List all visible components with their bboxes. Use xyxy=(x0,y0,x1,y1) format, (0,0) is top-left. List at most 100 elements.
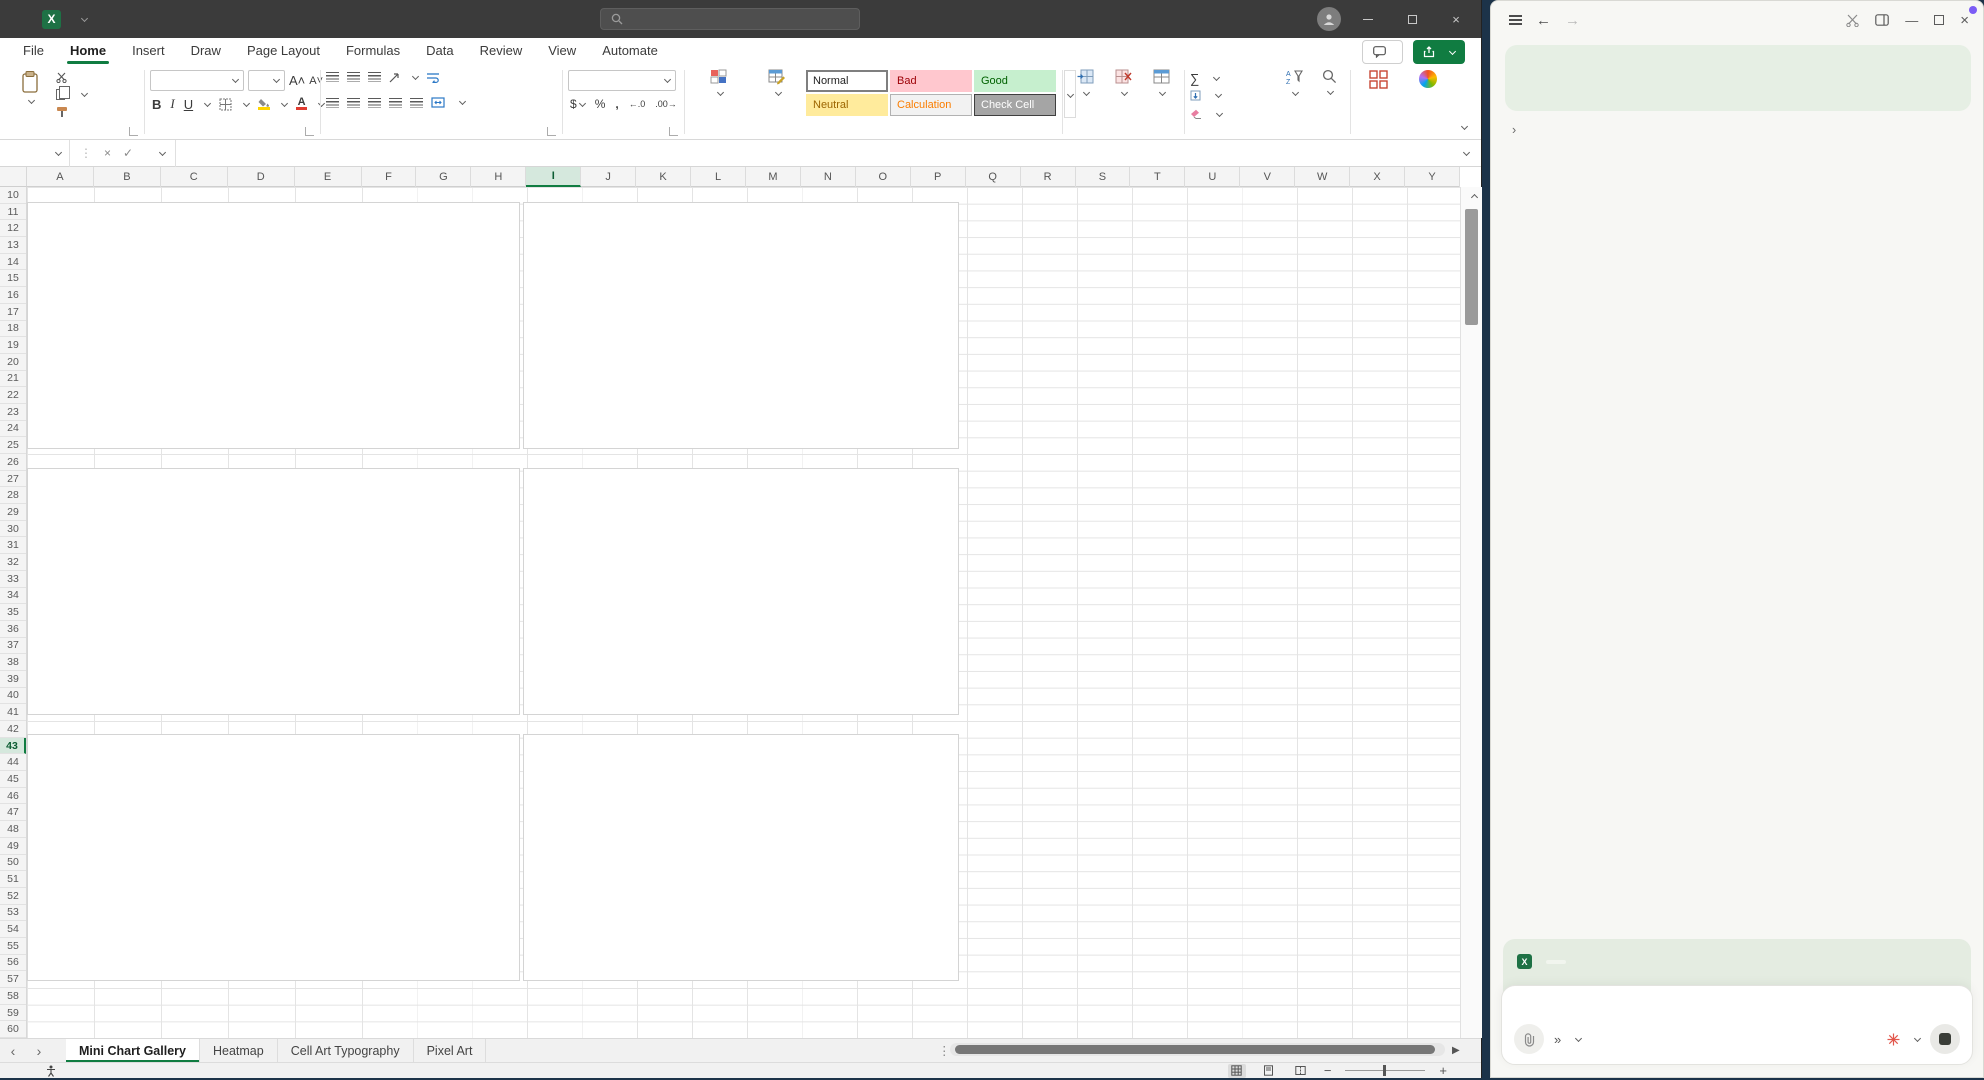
row-header-34[interactable]: 34 xyxy=(0,588,26,605)
row-header-39[interactable]: 39 xyxy=(0,671,26,688)
normal-view-button[interactable] xyxy=(1228,1064,1246,1078)
row-header-13[interactable]: 13 xyxy=(0,237,26,254)
minimize-button[interactable]: — xyxy=(1905,13,1918,28)
ribbon-tab-view[interactable]: View xyxy=(535,38,589,64)
paste-button[interactable] xyxy=(10,70,50,105)
row-header-44[interactable]: 44 xyxy=(0,754,26,771)
cell-style-neutral[interactable]: Neutral xyxy=(806,94,888,116)
row-header-23[interactable]: 23 xyxy=(0,404,26,421)
align-right-icon[interactable] xyxy=(368,98,381,108)
column-header-U[interactable]: U xyxy=(1185,167,1240,187)
row-header-11[interactable]: 11 xyxy=(0,204,26,221)
overflow-icon[interactable]: ⋮ xyxy=(938,1043,951,1058)
forward-icon[interactable]: → xyxy=(1565,12,1580,29)
column-header-T[interactable]: T xyxy=(1130,167,1185,187)
vertical-scrollbar[interactable] xyxy=(1460,187,1482,1038)
sheet-tab-pixel-art[interactable]: Pixel Art xyxy=(414,1039,487,1063)
column-header-X[interactable]: X xyxy=(1350,167,1405,187)
sort-filter-button[interactable]: AZ xyxy=(1278,69,1310,99)
ribbon-tab-insert[interactable]: Insert xyxy=(119,38,178,64)
row-header-30[interactable]: 30 xyxy=(0,521,26,538)
row-header-24[interactable]: 24 xyxy=(0,421,26,438)
horizontal-scrollbar[interactable] xyxy=(950,1043,1445,1056)
column-chart[interactable] xyxy=(27,202,520,449)
underline-button[interactable]: U xyxy=(184,97,193,112)
conditional-formatting-button[interactable] xyxy=(690,69,748,99)
ribbon-tab-draw[interactable]: Draw xyxy=(178,38,234,64)
column-header-C[interactable]: C xyxy=(161,167,228,187)
excel-app-icon[interactable]: X xyxy=(42,10,61,29)
accept-all-edits-button[interactable]: » xyxy=(1554,1032,1581,1047)
borders-icon[interactable] xyxy=(219,98,232,111)
cut-button[interactable] xyxy=(56,72,73,83)
ribbon-tab-formulas[interactable]: Formulas xyxy=(333,38,413,64)
cancel-formula-icon[interactable]: × xyxy=(104,146,111,160)
name-box[interactable] xyxy=(0,140,70,167)
zoom-out-button[interactable]: − xyxy=(1324,1063,1332,1078)
currency-format-button[interactable]: $ xyxy=(570,97,585,111)
row-header-15[interactable]: 15 xyxy=(0,270,26,287)
bold-button[interactable]: B xyxy=(152,97,161,112)
row-header-43[interactable]: 43 xyxy=(0,738,26,755)
percent-format-button[interactable]: % xyxy=(595,97,606,111)
row-header-14[interactable]: 14 xyxy=(0,254,26,271)
zoom-slider[interactable] xyxy=(1345,1070,1425,1071)
copy-button[interactable] xyxy=(56,89,87,100)
dialog-launcher-icon[interactable] xyxy=(129,127,138,136)
row-header-17[interactable]: 17 xyxy=(0,304,26,321)
zoom-slider-knob[interactable] xyxy=(1383,1065,1386,1076)
align-top-icon[interactable] xyxy=(326,72,339,82)
row-header-38[interactable]: 38 xyxy=(0,654,26,671)
row-header-45[interactable]: 45 xyxy=(0,771,26,788)
vertical-scroll-thumb[interactable] xyxy=(1465,209,1478,325)
format-cells-button[interactable] xyxy=(1144,69,1178,97)
insert-cells-button[interactable] xyxy=(1068,69,1102,97)
column-header-P[interactable]: P xyxy=(911,167,966,187)
row-header-16[interactable]: 16 xyxy=(0,287,26,304)
row-header-57[interactable]: 57 xyxy=(0,971,26,988)
cell-style-check-cell[interactable]: Check Cell xyxy=(974,94,1056,116)
column-header-E[interactable]: E xyxy=(295,167,362,187)
column-header-K[interactable]: K xyxy=(636,167,691,187)
row-header-31[interactable]: 31 xyxy=(0,537,26,554)
align-middle-icon[interactable] xyxy=(347,72,360,82)
delete-cells-button[interactable] xyxy=(1106,69,1140,97)
orientation-icon[interactable] xyxy=(389,71,402,83)
find-select-button[interactable] xyxy=(1312,69,1346,98)
increase-font-button[interactable]: A˄ xyxy=(289,73,305,88)
row-header-22[interactable]: 22 xyxy=(0,387,26,404)
dialog-launcher-icon[interactable] xyxy=(305,127,314,136)
prev-sheet-icon[interactable]: ‹ xyxy=(0,1043,26,1059)
close-button[interactable]: × xyxy=(1439,4,1473,34)
minimize-button[interactable] xyxy=(1351,4,1385,34)
model-selector[interactable] xyxy=(1887,1033,1920,1046)
cell-style-normal[interactable]: Normal xyxy=(806,70,888,92)
increase-indent-icon[interactable] xyxy=(410,98,423,108)
row-header-40[interactable]: 40 xyxy=(0,688,26,705)
number-format-select[interactable] xyxy=(568,70,676,91)
stop-button[interactable] xyxy=(1930,1024,1960,1054)
row-header-58[interactable]: 58 xyxy=(0,988,26,1005)
sidebar-toggle-icon[interactable] xyxy=(1875,14,1889,26)
row-header-20[interactable]: 20 xyxy=(0,354,26,371)
row-header-12[interactable]: 12 xyxy=(0,220,26,237)
ribbon-tab-automate[interactable]: Automate xyxy=(589,38,671,64)
column-header-J[interactable]: J xyxy=(581,167,636,187)
row-header-37[interactable]: 37 xyxy=(0,638,26,655)
expand-formula-bar-icon[interactable] xyxy=(1463,148,1470,155)
page-layout-view-button[interactable] xyxy=(1260,1064,1278,1078)
row-header-36[interactable]: 36 xyxy=(0,621,26,638)
font-name-select[interactable] xyxy=(150,70,244,91)
horizontal-scroll-thumb[interactable] xyxy=(955,1045,1435,1054)
row-header-41[interactable]: 41 xyxy=(0,704,26,721)
align-bottom-icon[interactable] xyxy=(368,72,381,82)
increase-decimal-button[interactable]: ←.0 xyxy=(629,99,646,109)
sheet-tab-mini-chart-gallery[interactable]: Mini Chart Gallery xyxy=(66,1039,200,1063)
dialog-launcher-icon[interactable] xyxy=(547,127,556,136)
cell-style-good[interactable]: Good xyxy=(974,70,1056,92)
align-center-icon[interactable] xyxy=(347,98,360,108)
merge-center-button[interactable] xyxy=(431,97,465,108)
column-header-D[interactable]: D xyxy=(228,167,295,187)
fill-button[interactable] xyxy=(1190,90,1221,101)
maximize-button[interactable] xyxy=(1395,4,1429,34)
